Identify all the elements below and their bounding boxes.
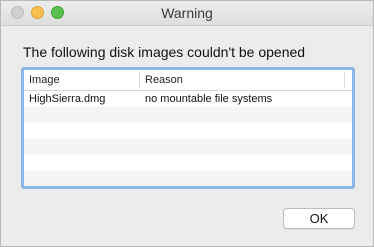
column-header-reason[interactable]: Reason bbox=[145, 74, 183, 86]
empty-table-row bbox=[24, 171, 352, 186]
window-title: Warning bbox=[161, 5, 213, 21]
table-header: Image Reason bbox=[24, 70, 352, 91]
empty-table-row bbox=[24, 139, 352, 155]
column-divider bbox=[139, 72, 140, 88]
table-rows: HighSierra.dmg no mountable file systems bbox=[24, 91, 352, 189]
cell-reason: no mountable file systems bbox=[145, 93, 273, 105]
table-row[interactable]: HighSierra.dmg no mountable file systems bbox=[24, 91, 352, 107]
empty-table-row bbox=[24, 107, 352, 123]
cell-image: HighSierra.dmg bbox=[29, 93, 106, 105]
error-message: The following disk images couldn't be op… bbox=[23, 44, 306, 60]
empty-table-row bbox=[24, 123, 352, 139]
empty-table-row bbox=[24, 155, 352, 171]
title-bar[interactable]: Warning bbox=[1, 1, 373, 26]
ok-button[interactable]: OK bbox=[283, 208, 355, 229]
warning-window: Warning The following disk images couldn… bbox=[0, 0, 374, 247]
empty-table-row bbox=[24, 187, 352, 189]
disk-images-table[interactable]: Image Reason HighSierra.dmg no mountable… bbox=[21, 67, 355, 189]
column-header-image[interactable]: Image bbox=[29, 74, 60, 86]
column-divider bbox=[344, 72, 345, 88]
